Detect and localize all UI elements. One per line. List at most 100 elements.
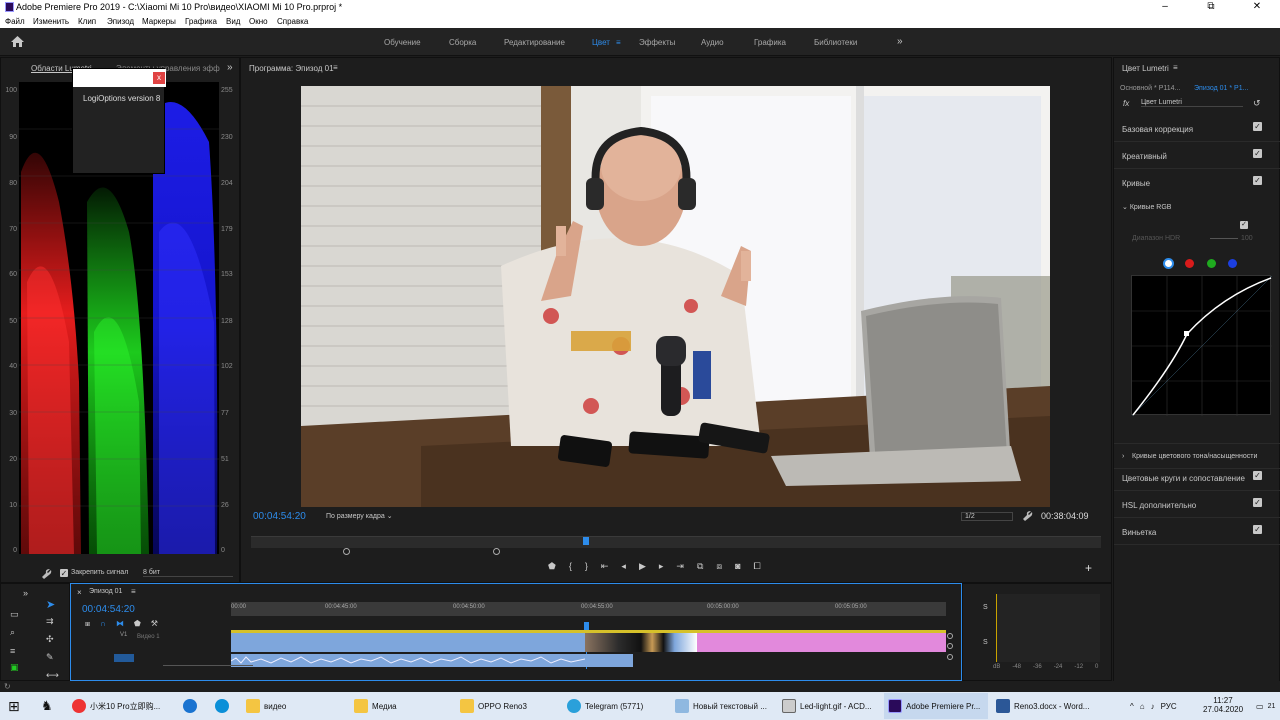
taskbar-word[interactable]: Reno3.docx - Word... <box>996 694 1096 718</box>
playback-resolution-select[interactable]: 1/2 <box>961 512 1013 521</box>
section-checkbox[interactable]: ✓ <box>1253 498 1262 507</box>
current-timecode[interactable]: 00:04:54:20 <box>253 511 306 522</box>
search-icon[interactable]: ⌕ <box>10 627 15 638</box>
master-clip-select[interactable]: Основной * P114... <box>1120 85 1180 92</box>
section-vignette[interactable]: Виньетка ✓ <box>1114 519 1280 545</box>
mark-out-icon[interactable]: } <box>585 561 588 572</box>
start-button[interactable]: ⊞ <box>8 694 20 718</box>
step-back-icon[interactable]: ◂ <box>621 561 626 572</box>
mark-in-icon[interactable]: { <box>569 561 572 572</box>
panel-menu-icon[interactable]: ≡ <box>131 587 136 596</box>
compare-view-icon[interactable]: ⧠ <box>754 561 761 572</box>
workspace-assembly[interactable]: Сборка <box>449 38 476 47</box>
video-clip-thumbnails[interactable] <box>585 633 697 652</box>
menu-help[interactable]: Справка <box>277 17 308 26</box>
overwrite-icon[interactable]: ⧈ <box>716 561 722 572</box>
step-forward-icon[interactable]: ▸ <box>659 561 664 572</box>
scroll-handle[interactable] <box>947 643 953 649</box>
play-icon[interactable]: ▶ <box>639 561 646 572</box>
selection-tool-icon[interactable]: ➤ <box>46 598 55 611</box>
taskbar-folder-oppo[interactable]: OPPO Reno3 <box>460 694 555 718</box>
razor-tool-icon[interactable]: ✎ <box>46 652 54 663</box>
wrench-icon[interactable] <box>41 568 52 579</box>
wrench-icon[interactable] <box>1022 510 1033 521</box>
menu-file[interactable]: Файл <box>5 17 25 26</box>
timeline-ruler[interactable]: 00:00 00:04:45:00 00:04:50:00 00:04:55:0… <box>231 602 946 616</box>
menu-graphics[interactable]: Графика <box>185 17 217 26</box>
audio-clip-2[interactable] <box>585 654 633 667</box>
adjustment-clip[interactable] <box>697 633 946 652</box>
section-checkbox[interactable]: ✓ <box>1253 471 1262 480</box>
menu-clip[interactable]: Клип <box>78 17 96 26</box>
taskbar-acdsee[interactable]: Led-light.gif - ACD... <box>782 694 880 718</box>
section-checkbox[interactable]: ✓ <box>1253 122 1262 131</box>
taskbar-app-icon[interactable]: ♞ <box>41 694 53 718</box>
zoom-handle-left[interactable] <box>343 548 350 555</box>
add-button[interactable]: + <box>1085 561 1092 575</box>
taskbar-folder-video[interactable]: видео <box>246 694 332 718</box>
lock-icon[interactable]: ▣ <box>10 662 19 673</box>
section-hsl-secondary[interactable]: HSL дополнительно ✓ <box>1114 492 1280 518</box>
hdr-range-slider[interactable] <box>1210 238 1238 239</box>
panel-more-button[interactable]: » <box>23 588 28 598</box>
notification-center[interactable]: ▭ 21 <box>1256 694 1275 718</box>
linked-selection-icon[interactable]: ⧓ <box>116 619 124 629</box>
workspace-libraries[interactable]: Библиотеки <box>814 38 857 47</box>
workspace-graphics[interactable]: Графика <box>754 38 786 47</box>
sequence-clip-select[interactable]: Эпизод 01 * P1... <box>1194 85 1248 92</box>
taskbar-telegram[interactable]: Telegram (5771) <box>567 694 667 718</box>
panel-menu-icon[interactable]: ≡ <box>1173 63 1178 72</box>
scroll-handle[interactable] <box>947 633 953 639</box>
slip-tool-icon[interactable]: ⟷ <box>46 670 59 681</box>
taskbar-skype[interactable] <box>215 694 229 718</box>
curve-green-channel[interactable] <box>1207 259 1216 268</box>
section-basic-correction[interactable]: Базовая коррекция ✓ <box>1114 116 1280 142</box>
folder-icon[interactable]: ▭ <box>10 609 19 620</box>
home-icon[interactable] <box>11 36 24 47</box>
bit-depth-select[interactable]: 8 бит <box>143 569 233 577</box>
insert-icon[interactable]: ⧉ <box>697 561 703 572</box>
program-scrub-bar[interactable] <box>251 536 1101 548</box>
panel-more-button[interactable]: » <box>227 62 233 73</box>
panel-menu-icon[interactable]: ≡ <box>333 63 338 72</box>
list-icon[interactable]: ≡ <box>10 646 15 656</box>
section-creative[interactable]: Креативный ✓ <box>1114 143 1280 169</box>
timeline-timecode[interactable]: 00:04:54:20 <box>82 604 135 615</box>
video-clip[interactable] <box>231 633 585 652</box>
solo-button[interactable]: S <box>983 639 988 646</box>
rgb-curves-toggle[interactable]: ⌄ Кривые RGB <box>1122 203 1171 211</box>
curve-blue-channel[interactable] <box>1228 259 1237 268</box>
audio-clip[interactable] <box>230 654 586 667</box>
workspace-editing[interactable]: Редактирование <box>504 38 565 47</box>
go-to-in-icon[interactable]: ⇤ <box>601 561 609 572</box>
add-marker-icon[interactable]: ⬟ <box>548 561 556 572</box>
section-curves[interactable]: Кривые ✓ <box>1114 170 1280 196</box>
maximize-button[interactable]: ⧉ <box>1188 0 1234 15</box>
solo-button[interactable]: S <box>983 604 988 611</box>
ripple-edit-tool-icon[interactable]: ✣ <box>46 634 54 645</box>
track-source-patch[interactable] <box>114 654 134 662</box>
taskbar-folder-media[interactable]: Медиа <box>354 694 440 718</box>
workspace-learning[interactable]: Обучение <box>384 38 421 47</box>
export-frame-icon[interactable]: ◙ <box>735 561 740 572</box>
snap-icon[interactable]: ∩ <box>100 619 106 629</box>
taskbar-edge[interactable] <box>183 694 197 718</box>
track-select-tool-icon[interactable]: ⇉ <box>46 616 54 627</box>
section-color-wheels[interactable]: Цветовые круги и сопоставление ✓ <box>1114 465 1280 491</box>
nest-icon[interactable]: ⧆ <box>85 619 90 629</box>
clamp-signal-checkbox[interactable]: ✓ <box>60 569 68 578</box>
close-button[interactable]: ✕ <box>1234 0 1280 15</box>
section-checkbox[interactable]: ✓ <box>1253 525 1262 534</box>
zoom-handle-right[interactable] <box>493 548 500 555</box>
section-checkbox[interactable]: ✓ <box>1253 149 1262 158</box>
workspace-menu-icon[interactable]: ≡ <box>616 38 621 47</box>
marker-icon[interactable]: ⬟ <box>134 619 141 629</box>
clock[interactable]: 11:27 27.04.2020 <box>1203 696 1243 714</box>
taskbar-notepad[interactable]: Новый текстовый ... <box>675 694 775 718</box>
scroll-handle[interactable] <box>947 654 953 660</box>
close-icon[interactable]: × <box>77 588 82 597</box>
section-checkbox[interactable]: ✓ <box>1253 176 1262 185</box>
workspace-color[interactable]: Цвет <box>592 38 610 47</box>
menu-edit[interactable]: Изменить <box>33 17 69 26</box>
taskbar-premiere[interactable]: Adobe Premiere Pr... <box>884 693 988 719</box>
